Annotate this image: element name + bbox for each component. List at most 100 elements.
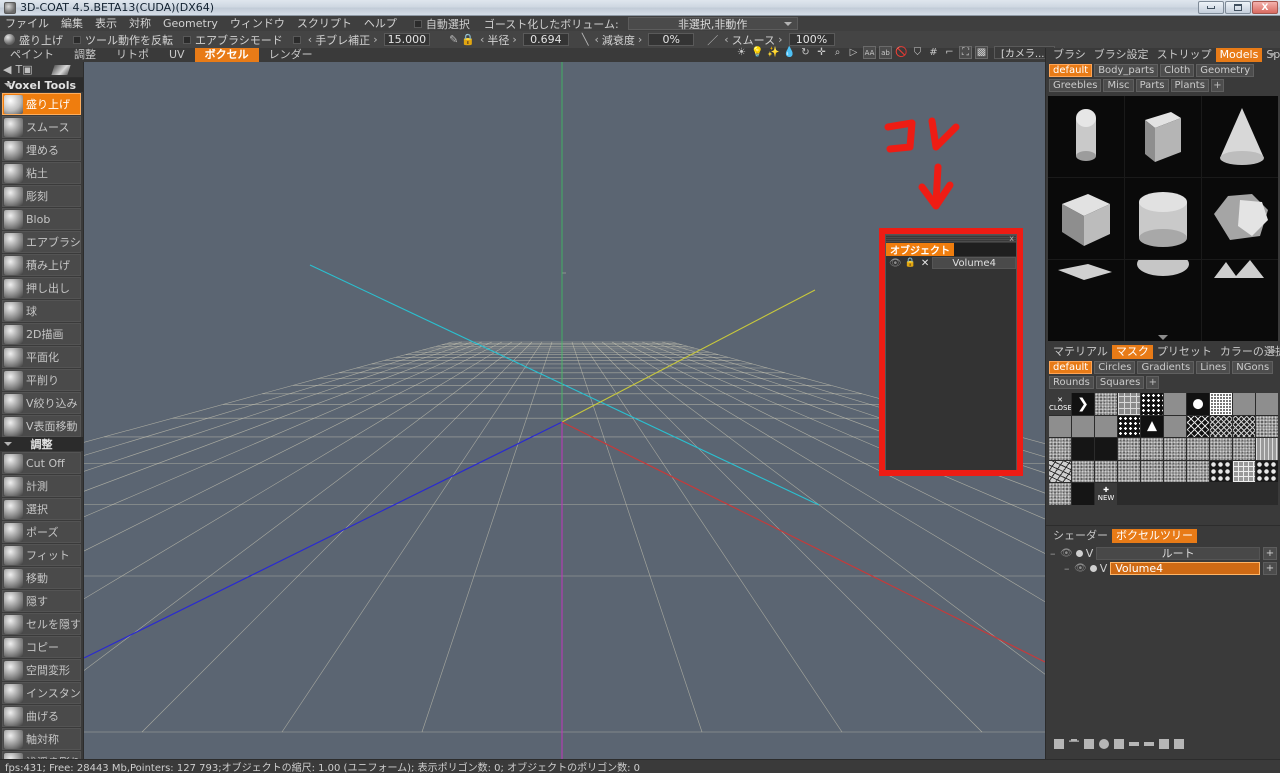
mask-thumb-24[interactable] <box>1141 438 1163 460</box>
smooth-slash-icon[interactable]: ／ <box>707 32 718 48</box>
tool-item-1-13[interactable]: 浅浮き彫り <box>2 751 81 759</box>
brush-preview-icon[interactable] <box>50 64 71 75</box>
split-icon[interactable] <box>1144 742 1154 746</box>
menu-item-symmetry[interactable]: 対称 <box>123 16 157 31</box>
right-arrow-icon[interactable]: › <box>778 33 782 46</box>
move-icon[interactable]: ✛ <box>815 46 828 59</box>
auto-select-toggle[interactable]: 自動選択 <box>409 16 475 32</box>
collapse-icon[interactable]: – <box>1064 562 1071 575</box>
left-arrow-icon[interactable]: ‹ <box>594 33 598 46</box>
object-panel-dragbar[interactable]: x <box>886 234 1016 243</box>
tool-item-0-0[interactable]: 盛り上げ <box>2 93 81 115</box>
chevron-down-icon[interactable] <box>1268 350 1276 354</box>
tab-brush-options[interactable]: ブラシ設定 <box>1090 48 1153 62</box>
tool-item-0-2[interactable]: 埋める <box>2 139 81 161</box>
image-icon[interactable]: ▩ <box>975 46 988 59</box>
menu-item-view[interactable]: 表示 <box>89 16 123 31</box>
mask-thumb-32[interactable] <box>1095 460 1117 482</box>
eye-icon[interactable]: 👁 <box>1060 548 1073 559</box>
chevron-down-icon[interactable] <box>4 83 12 87</box>
back-arrow-icon[interactable]: ◀ <box>3 63 11 76</box>
tab-material[interactable]: マテリアル <box>1049 345 1112 359</box>
mask-thumb-15[interactable] <box>1164 415 1186 437</box>
shield-icon[interactable]: ⛉ <box>911 46 924 59</box>
eye-icon[interactable]: 👁 <box>889 258 902 269</box>
tool-item-1-8[interactable]: コピー <box>2 636 81 658</box>
mask-thumb-14[interactable]: ▲ <box>1141 415 1163 437</box>
right-arrow-icon[interactable]: › <box>373 33 377 46</box>
mask-thumb-8[interactable] <box>1233 393 1255 415</box>
mask-thumb-13[interactable] <box>1118 415 1140 437</box>
mask-thumb-5[interactable] <box>1164 393 1186 415</box>
tool-item-1-7[interactable]: セルを隠す <box>2 613 81 635</box>
lock-icon[interactable]: 🔒 <box>461 33 475 46</box>
minimize-button[interactable] <box>1198 1 1224 14</box>
chip-geometry[interactable]: Geometry <box>1196 64 1255 77</box>
tab-voxel[interactable]: ボクセル <box>194 48 259 62</box>
mask-thumb-19[interactable] <box>1256 415 1278 437</box>
left-arrow-icon[interactable]: ‹ <box>308 33 312 46</box>
mask-thumb-33[interactable] <box>1118 460 1140 482</box>
scroll-down-icon[interactable] <box>1158 335 1168 340</box>
tool-item-0-8[interactable]: 押し出し <box>2 277 81 299</box>
tab-uv[interactable]: UV <box>159 48 195 62</box>
shader-dot-icon[interactable] <box>1089 564 1097 572</box>
bulb-icon[interactable]: 💡 <box>751 46 764 59</box>
menu-item-help[interactable]: ヘルプ <box>358 16 403 31</box>
checkbox-icon[interactable] <box>292 35 301 44</box>
clone-icon[interactable] <box>1114 739 1124 749</box>
right-arrow-icon[interactable]: › <box>638 33 642 46</box>
falloff-curve-icon[interactable]: ╲ <box>582 33 589 46</box>
falloff-value[interactable]: 0% <box>648 33 695 46</box>
tool-item-0-4[interactable]: 彫刻 <box>2 185 81 207</box>
tool-item-0-1[interactable]: スムース <box>2 116 81 138</box>
tool-item-1-6[interactable]: 隠す <box>2 590 81 612</box>
new-volume-icon[interactable] <box>1054 739 1064 749</box>
tool-item-1-12[interactable]: 軸対称 <box>2 728 81 750</box>
add-mask-category-button[interactable]: + <box>1146 376 1160 389</box>
tab-strips[interactable]: ストリップ <box>1153 48 1216 62</box>
model-thumb-cone[interactable] <box>1202 96 1278 177</box>
chip-mask-gradients[interactable]: Gradients <box>1137 361 1195 374</box>
tab-preset[interactable]: プリセット <box>1153 345 1216 359</box>
add-category-button[interactable]: + <box>1210 79 1224 92</box>
falloff-field[interactable]: ╲ ‹ 減衰度 › 0% <box>575 32 698 48</box>
menu-item-scripts[interactable]: スクリプト <box>291 16 358 31</box>
object-panel[interactable]: x オブジェクト 👁 🔒 ✕ Volume4 <box>885 234 1017 470</box>
tab-voxtree[interactable]: ボクセルツリー <box>1112 528 1197 543</box>
smooth-value[interactable]: 100% <box>788 33 835 46</box>
add-child-button[interactable]: + <box>1263 546 1277 560</box>
model-thumb-cylinder[interactable] <box>1125 178 1201 259</box>
mask-thumb-34[interactable] <box>1141 460 1163 482</box>
mask-thumb-6[interactable]: ● <box>1187 393 1209 415</box>
model-thumb-partial-c[interactable] <box>1202 260 1278 341</box>
chevron-down-icon[interactable] <box>1268 53 1276 57</box>
checkbox-icon[interactable] <box>413 19 422 28</box>
mask-thumb-21[interactable] <box>1072 438 1094 460</box>
model-thumb-partial-b[interactable] <box>1125 260 1201 341</box>
tool-item-0-12[interactable]: 平削り <box>2 369 81 391</box>
merge-icon[interactable] <box>1099 739 1109 749</box>
shader-dot-icon[interactable] <box>1075 549 1083 557</box>
menu-item-geometry[interactable]: Geometry <box>157 16 224 31</box>
section-header-voxel-tools[interactable]: Voxel Tools <box>0 78 83 92</box>
right-arrow-icon[interactable]: › <box>512 33 516 46</box>
ghost-volume-dropdown[interactable]: 非選択,非動作 <box>627 17 798 31</box>
left-arrow-icon[interactable]: ‹ <box>480 33 484 46</box>
mask-thumb-25[interactable] <box>1164 438 1186 460</box>
mask-thumb-28[interactable] <box>1233 438 1255 460</box>
close-icon[interactable]: x <box>1009 234 1014 243</box>
stabilizer-value[interactable]: 15.000 <box>383 33 431 46</box>
light-icon[interactable]: ☀ <box>735 46 748 59</box>
lock-icon[interactable]: 🔒 <box>905 258 916 268</box>
mask-thumb-1[interactable]: ❯ <box>1072 393 1094 415</box>
chip-misc[interactable]: Misc <box>1103 79 1134 92</box>
chip-mask-circles[interactable]: Circles <box>1094 361 1136 374</box>
rotate-icon[interactable]: ↻ <box>799 46 812 59</box>
collapse-icon[interactable]: – <box>1050 547 1057 560</box>
tool-item-0-9[interactable]: 球 <box>2 300 81 322</box>
mask-thumb-42[interactable]: ✚ NEW <box>1095 483 1117 505</box>
mask-thumb-12[interactable] <box>1095 415 1117 437</box>
menu-item-edit[interactable]: 編集 <box>55 16 89 31</box>
mask-thumb-40[interactable] <box>1049 483 1071 505</box>
